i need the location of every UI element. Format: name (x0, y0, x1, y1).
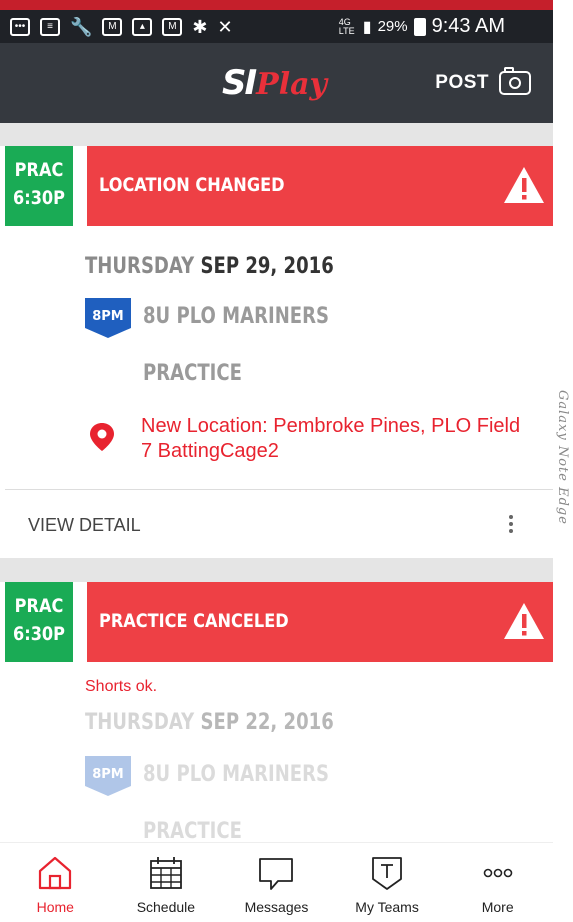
nav-more[interactable]: More (442, 843, 553, 922)
logo-play: Play (256, 67, 327, 102)
event-badge: PRAC 6:30P (5, 582, 73, 662)
time-flag-label: 8PM (92, 767, 124, 782)
mail-icon: M (162, 17, 183, 36)
bottom-nav: Home Schedule Messages My Teams More (0, 842, 553, 922)
date-value: SEP 29, 2016 (200, 254, 334, 279)
nav-label: More (481, 899, 514, 915)
app-header: SI Play POST (0, 43, 553, 123)
team-name: 8U PLO MARINERS (143, 762, 329, 787)
battery-percent: 29% (377, 18, 408, 35)
home-icon (39, 856, 72, 890)
badge-type: PRAC (14, 159, 64, 181)
status-bar: ••• ≡ 🔧 M ▴ M ✱ ✕ 4G LTE ▮ 29% 9:43 AM (0, 10, 553, 43)
event-card[interactable]: PRAC 6:30P PRACTICE CANCELED Shorts ok. … (5, 582, 553, 844)
status-right: 4G LTE ▮ 29% 9:43 AM (339, 15, 505, 38)
event-type: PRACTICE (143, 361, 242, 386)
badge-time: 6:30P (12, 187, 66, 209)
alert-title: LOCATION CHANGED (99, 174, 285, 196)
badge-time: 6:30P (12, 623, 66, 645)
view-detail-link[interactable]: VIEW DETAIL (28, 515, 141, 536)
camera-icon (499, 67, 531, 95)
list-spacer (0, 123, 553, 146)
day-of-week: THURSDAY (85, 254, 195, 279)
event-date: THURSDAY SEP 29, 2016 (85, 254, 334, 279)
event-note: Shorts ok. (85, 678, 158, 695)
nav-schedule[interactable]: Schedule (111, 843, 222, 922)
new-location: New Location: Pembroke Pines, PLO Field … (141, 415, 521, 462)
bluetooth-icon: ✱ (192, 16, 208, 37)
radio-notification-icon: ≡ (40, 17, 60, 36)
time-flag: 8PM (85, 756, 131, 796)
siplay-logo: SI Play (222, 63, 327, 103)
wrench-icon: 🔧 (70, 16, 93, 37)
alert-banner: LOCATION CHANGED (87, 146, 553, 226)
nav-label: Home (36, 899, 74, 915)
event-type: PRACTICE (143, 819, 242, 844)
gmail-icon: M (102, 17, 123, 36)
time-flag: 8PM (85, 298, 131, 338)
post-label: POST (435, 72, 489, 93)
app-screen: ••• ≡ 🔧 M ▴ M ✱ ✕ 4G LTE ▮ 29% 9:43 AM S… (0, 0, 553, 922)
message-icon (259, 858, 294, 890)
list-spacer (0, 558, 553, 582)
clock: 9:43 AM (431, 15, 505, 37)
device-label: Galaxy Note Edge (555, 390, 570, 525)
battery-icon (413, 17, 426, 36)
date-value: SEP 22, 2016 (200, 710, 334, 735)
nav-label: My Teams (355, 899, 419, 915)
alert-title: PRACTICE CANCELED (99, 610, 289, 632)
more-dots-icon (483, 868, 512, 878)
time-flag-label: 8PM (92, 309, 124, 324)
nav-label: Messages (244, 899, 309, 915)
warning-icon (504, 167, 544, 203)
team-name: 8U PLO MARINERS (143, 304, 329, 329)
network-label: 4G LTE (338, 16, 355, 36)
top-strip (0, 0, 553, 10)
event-date: THURSDAY SEP 22, 2016 (85, 710, 334, 735)
badge-type: PRAC (14, 595, 64, 617)
mute-icon: ✕ (217, 16, 233, 37)
image-notification-icon: ▴ (132, 17, 153, 36)
nav-home[interactable]: Home (0, 843, 111, 922)
divider (5, 489, 553, 490)
post-button[interactable]: POST (435, 67, 531, 95)
shield-t-icon (372, 857, 402, 890)
location-pin-icon (90, 423, 114, 451)
logo-si: SI (222, 63, 257, 103)
chat-notification-icon: ••• (10, 17, 30, 36)
kebab-menu-icon[interactable] (509, 512, 515, 536)
calendar-icon (149, 857, 182, 889)
signal-icon: ▮ (362, 18, 372, 36)
nav-my-teams[interactable]: My Teams (332, 843, 443, 922)
nav-messages[interactable]: Messages (221, 843, 332, 922)
day-of-week: THURSDAY (85, 710, 195, 735)
event-badge: PRAC 6:30P (5, 146, 73, 226)
notification-icons: ••• ≡ 🔧 M ▴ M ✱ ✕ (10, 16, 233, 37)
warning-icon (504, 603, 544, 639)
alert-banner: PRACTICE CANCELED (87, 582, 553, 662)
nav-label: Schedule (136, 899, 196, 915)
event-card[interactable]: PRAC 6:30P LOCATION CHANGED THURSDAY SEP… (5, 146, 553, 558)
